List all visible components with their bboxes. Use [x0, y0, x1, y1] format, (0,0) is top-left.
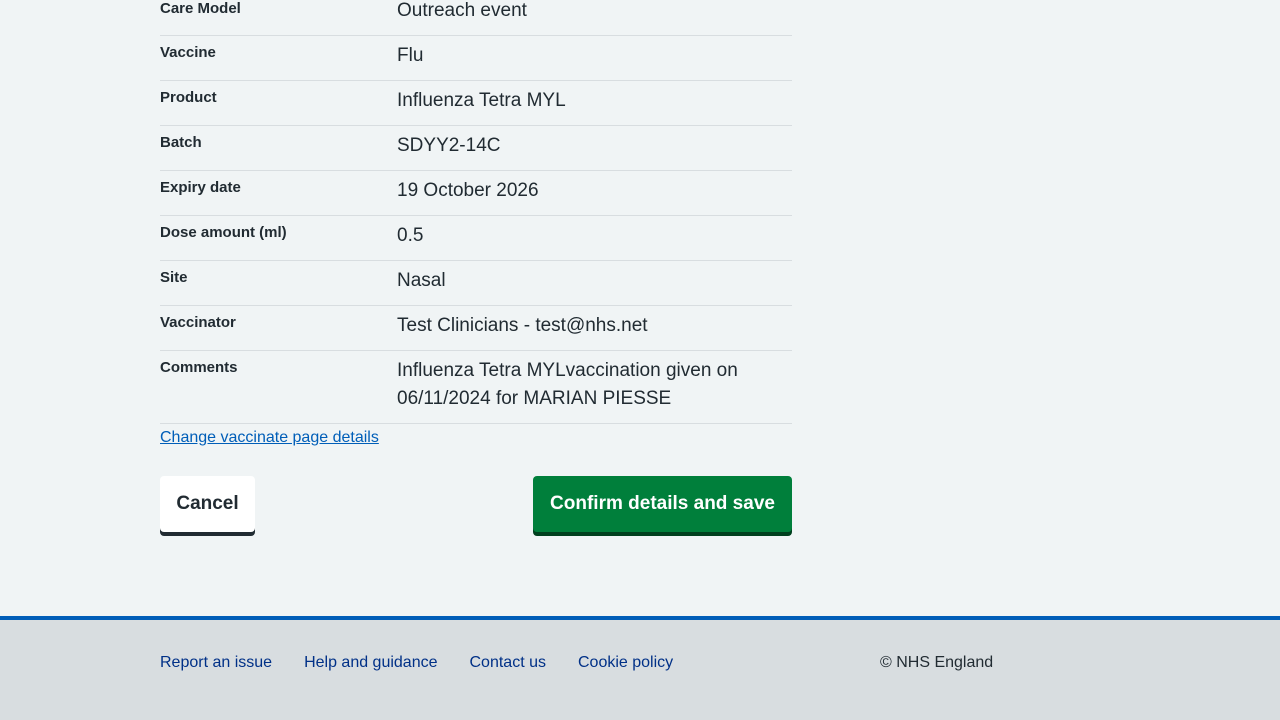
summary-value: 0.5 [397, 225, 424, 246]
summary-key: Batch [160, 134, 202, 151]
footer-link-contact-us[interactable]: Contact us [470, 654, 546, 672]
footer: Report an issue Help and guidance Contac… [0, 616, 1280, 720]
summary-value: Outreach event [397, 0, 527, 21]
summary-key: Site [160, 269, 188, 286]
summary-key: Care Model [160, 0, 241, 17]
summary-value: Flu [397, 45, 424, 66]
summary-value: SDYY2-14C [397, 135, 501, 156]
summary-row-vaccinator: Vaccinator Test Clinicians - test@nhs.ne… [160, 306, 792, 351]
summary-value: Influenza Tetra MYL [397, 90, 566, 111]
footer-link-help-guidance[interactable]: Help and guidance [304, 654, 437, 672]
page: Care Model Outreach event Vaccine Flu Pr… [0, 0, 1280, 720]
footer-link-report-issue[interactable]: Report an issue [160, 654, 272, 672]
confirm-and-save-button[interactable]: Confirm details and save [533, 476, 792, 532]
summary-key: Product [160, 89, 217, 106]
summary-row-dose-amount: Dose amount (ml) 0.5 [160, 216, 792, 261]
summary-key: Dose amount (ml) [160, 224, 287, 241]
summary-row-batch: Batch SDYY2-14C [160, 126, 792, 171]
vaccination-summary-list: Care Model Outreach event Vaccine Flu Pr… [160, 0, 792, 424]
summary-value: Influenza Tetra MYLvaccination given on … [397, 360, 738, 409]
footer-link-cookie-policy[interactable]: Cookie policy [578, 654, 673, 672]
summary-value: Test Clinicians - test@nhs.net [397, 315, 648, 336]
cancel-button[interactable]: Cancel [160, 476, 255, 532]
change-vaccinate-details-link[interactable]: Change vaccinate page details [160, 429, 379, 447]
summary-key: Expiry date [160, 179, 241, 196]
copyright-text: © NHS England [880, 654, 994, 671]
footer-links: Report an issue Help and guidance Contac… [160, 654, 673, 672]
summary-value: Nasal [397, 270, 446, 291]
summary-key: Vaccinator [160, 314, 236, 331]
summary-key: Vaccine [160, 44, 216, 61]
summary-value: 19 October 2026 [397, 180, 539, 201]
summary-row-vaccine: Vaccine Flu [160, 36, 792, 81]
summary-row-product: Product Influenza Tetra MYL [160, 81, 792, 126]
summary-key: Comments [160, 359, 238, 376]
summary-row-expiry-date: Expiry date 19 October 2026 [160, 171, 792, 216]
summary-row-site: Site Nasal [160, 261, 792, 306]
summary-row-comments: Comments Influenza Tetra MYLvaccination … [160, 351, 792, 424]
summary-row-care-model: Care Model Outreach event [160, 0, 792, 36]
